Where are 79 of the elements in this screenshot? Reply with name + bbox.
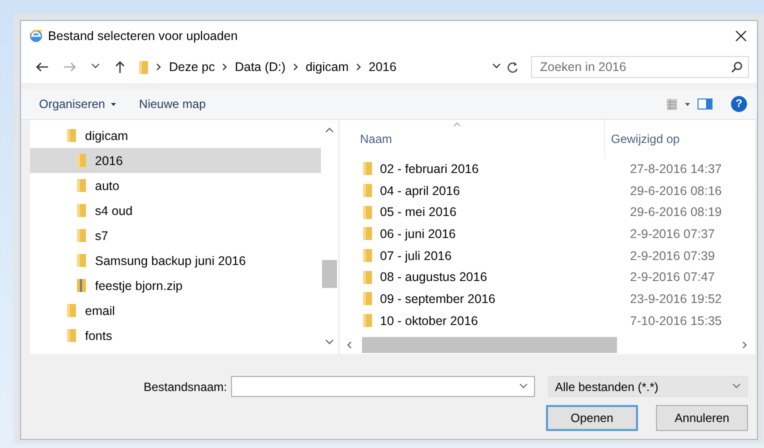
new-folder-button[interactable]: Nieuwe map [131,94,214,114]
folder-icon [362,183,373,198]
column-header[interactable]: Naam [340,120,605,158]
folder-icon [76,203,87,218]
filename-field[interactable] [231,376,535,397]
address-bar[interactable]: Deze pc Data (D:) digicam 2016 [138,56,519,78]
breadcrumb[interactable]: digicam [306,60,349,74]
folder-icon [362,270,373,285]
refresh-icon [507,61,519,73]
scrollbar-thumb[interactable] [322,260,337,288]
folder-icon [66,128,77,143]
tree-item[interactable]: s7 [30,223,321,248]
modified-date: 29-6-2016 08:16 [630,184,722,198]
scroll-right-icon [741,340,749,350]
chevron-icon [155,62,163,72]
column-header[interactable]: Gewijzigd op [605,132,680,146]
folder-icon [138,60,149,74]
browser-icon [29,29,43,43]
folder-icon [362,248,373,264]
view-icon[interactable] [666,98,678,110]
tree-item[interactable]: feestje bjorn.zip [30,273,321,298]
folder-icon [362,161,373,176]
back-arrow-icon[interactable] [35,61,49,73]
folder-icon [362,291,373,306]
breadcrumb[interactable]: Deze pc [169,60,215,74]
caret-icon[interactable] [684,102,691,106]
scrollbar-thumb[interactable] [362,337,617,353]
file-name[interactable]: 07 - juli 2016 [380,248,623,263]
modified-date: 2-9-2016 07:39 [630,248,715,263]
caret-icon [110,102,118,106]
search-field[interactable]: Zoeken in 2016 [531,56,749,78]
search-icon [731,61,743,73]
folder-icon [76,178,87,193]
folder-icon [362,226,373,242]
folder-icon [362,313,373,328]
up-arrow-icon[interactable] [114,60,126,74]
preview-pane-icon[interactable] [697,98,713,110]
chevron-icon [292,62,300,72]
tree-item[interactable]: auto [30,173,321,198]
dialog-button[interactable]: Openen [546,405,638,431]
dialog-button[interactable]: Annuleren [656,405,748,431]
help-icon[interactable]: ? [731,96,747,112]
file-name[interactable]: 06 - juni 2016 [380,226,623,241]
tree-item[interactable]: s4 oud [30,198,321,223]
tree-item[interactable]: Samsung backup juni 2016 [30,248,321,273]
file-name[interactable]: 09 - september 2016 [380,292,623,306]
file-name[interactable]: 02 - februari 2016 [380,162,623,176]
modified-date: 23-9-2016 19:52 [630,292,722,306]
folder-icon [76,253,87,268]
file-name[interactable]: 10 - oktober 2016 [380,314,623,328]
modified-date: 27-8-2016 14:37 [630,162,722,176]
folder-icon [76,228,87,243]
breadcrumb[interactable]: 2016 [368,60,396,74]
forward-arrow-icon[interactable] [63,61,77,73]
file-type-dropdown[interactable]: Alle bestanden (*.*) [548,376,748,397]
zip-folder-icon [76,278,87,293]
tree-item[interactable]: email [30,298,321,323]
file-name[interactable]: 08 - augustus 2016 [380,270,623,284]
organize-menu[interactable]: Organiseren [31,94,126,114]
modified-date: 29-6-2016 08:19 [630,205,722,220]
tree-item[interactable]: digicam [30,123,321,148]
chevron-icon [220,62,229,72]
close-icon[interactable] [735,30,747,42]
file-name[interactable]: 05 - mei 2016 [380,205,623,220]
file-name[interactable]: 04 - april 2016 [380,184,623,198]
scroll-left-icon [346,340,354,350]
window-title: Bestand selecteren voor uploaden [48,29,239,43]
breadcrumb[interactable]: Data (D:) [234,60,286,74]
folder-icon [66,303,77,318]
tree-item[interactable]: 2016 [30,148,321,173]
field-label: Bestandsnaam: [144,380,227,394]
modified-date: 7-10-2016 15:35 [630,314,722,328]
folder-icon [76,153,87,168]
folder-icon [362,204,373,220]
chevron-icon [354,62,363,72]
tree-item[interactable]: fonts [30,323,321,348]
modified-date: 2-9-2016 07:47 [630,270,715,284]
folder-icon [66,328,77,343]
modified-date: 2-9-2016 07:37 [630,226,715,241]
